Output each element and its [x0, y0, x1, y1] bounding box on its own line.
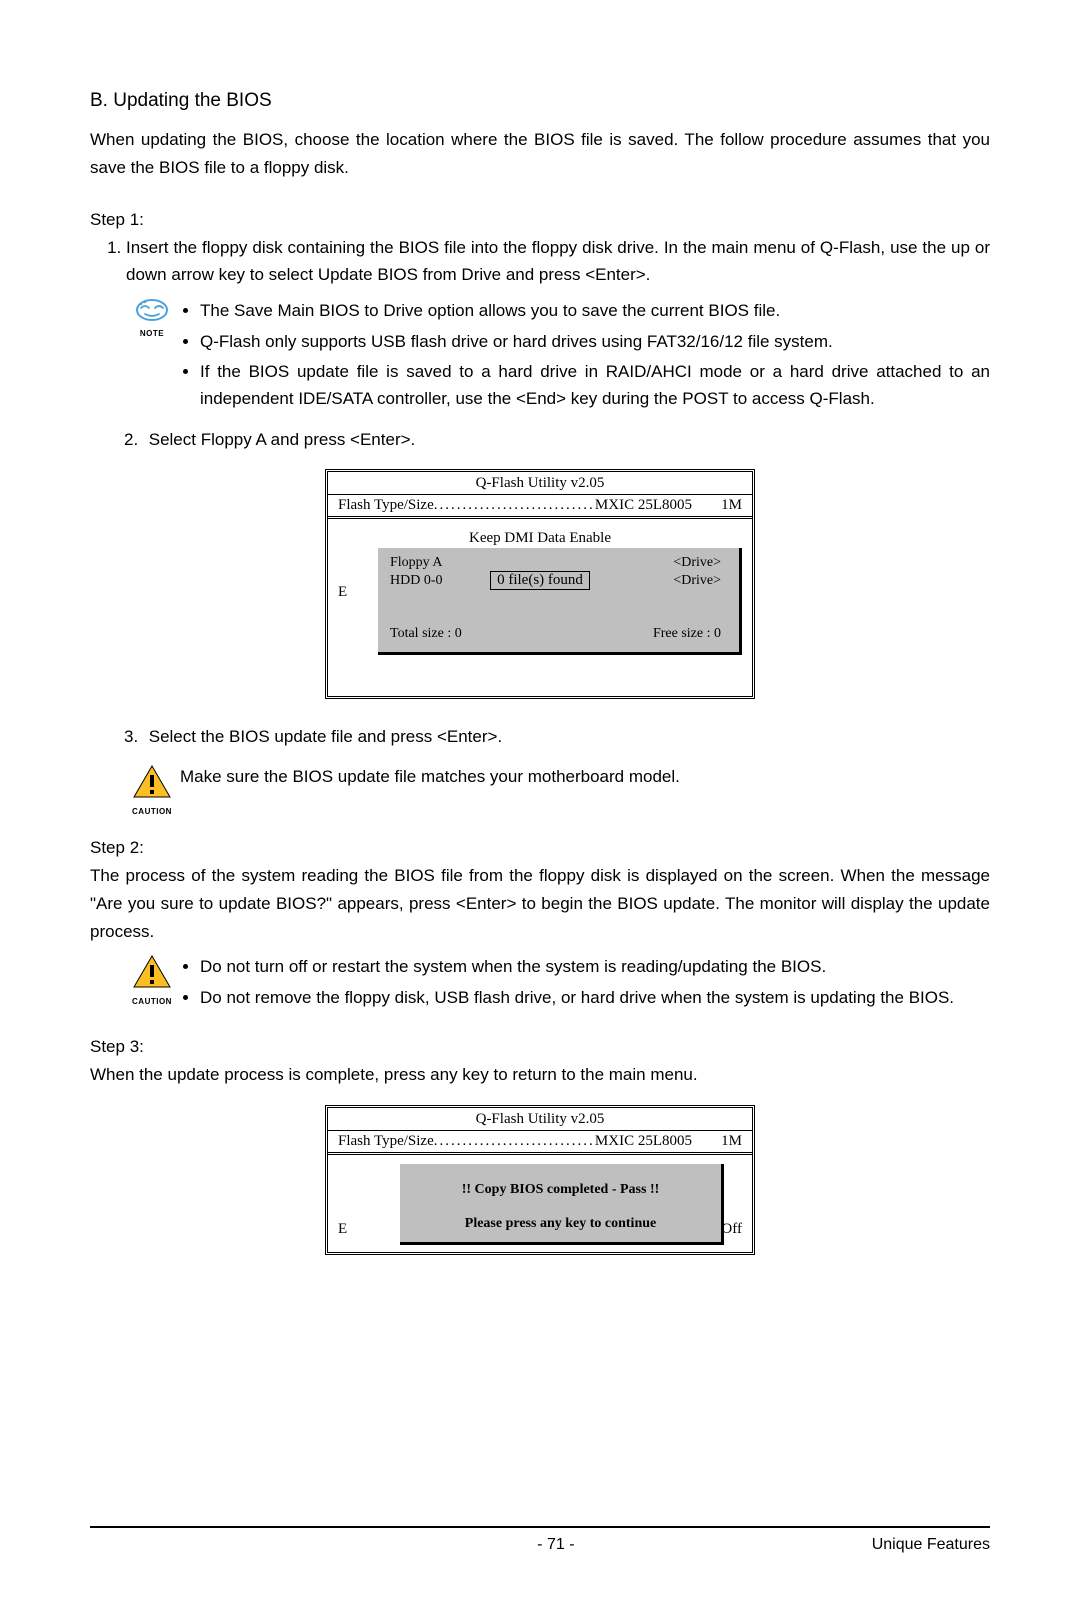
popup-hdd: HDD 0-0 — [390, 573, 443, 589]
dots: ................................ — [434, 1133, 595, 1150]
dots: ................................ — [434, 497, 595, 514]
step1-item2-pre: Select — [149, 430, 201, 449]
note-caption: NOTE — [140, 329, 164, 338]
caution2-bullet-1: Do not turn off or restart the system wh… — [200, 954, 990, 980]
note-icon — [135, 298, 169, 327]
popup-drive-2: <Drive> — [673, 573, 721, 589]
qflash2-title: Q-Flash Utility v2.05 — [328, 1108, 752, 1130]
step1-item2-post: and press <Enter>. — [266, 430, 415, 449]
caution-block-1: CAUTION Make sure the BIOS update file m… — [124, 764, 990, 816]
popup-floppy-a: Floppy A — [390, 555, 443, 571]
qflash1-left-e: E — [338, 584, 347, 601]
step-1-label: Step 1: — [90, 210, 990, 230]
note-b1-option: Save Main BIOS to Drive — [234, 301, 423, 320]
qflash2-left-e: E — [338, 1221, 347, 1238]
step1-item2: 2. Select Floppy A and press <Enter>. — [124, 426, 990, 453]
step2-paragraph: The process of the system reading the BI… — [90, 862, 990, 946]
step1-item1-option: Update BIOS from Drive — [318, 265, 501, 284]
popup-total-size: Total size : 0 — [390, 626, 462, 642]
popup-drive-1: <Drive> — [673, 555, 721, 571]
step1-item3-text: Select the BIOS update file and press <E… — [149, 727, 502, 746]
qflash-screen-1: Q-Flash Utility v2.05 Flash Type/Size ..… — [325, 469, 755, 699]
intro-paragraph: When updating the BIOS, choose the locat… — [90, 126, 990, 182]
step-2-label: Step 2: — [90, 838, 990, 858]
qflash2-popup-line1: !! Copy BIOS completed - Pass !! — [410, 1182, 711, 1198]
page-number: - 71 - — [537, 1536, 574, 1554]
caution-icon — [132, 764, 172, 805]
section-heading: B. Updating the BIOS — [90, 90, 990, 112]
popup-free-size: Free size : 0 — [653, 626, 721, 642]
step1-item2-num: 2. — [124, 426, 144, 453]
step1-item1: Insert the floppy disk containing the BI… — [126, 234, 990, 288]
note-bullet-3: If the BIOS update file is saved to a ha… — [200, 359, 990, 412]
step1-item2-option: Floppy A — [201, 430, 266, 449]
qflash2-flash-model: MXIC 25L8005 — [595, 1133, 692, 1150]
footer-section: Unique Features — [872, 1536, 990, 1554]
note-bullet-2: Q-Flash only supports USB flash drive or… — [200, 329, 990, 355]
caution-block-2: CAUTION Do not turn off or restart the s… — [124, 954, 990, 1015]
qflash1-flash-label: Flash Type/Size — [338, 497, 434, 514]
step-3-label: Step 3: — [90, 1037, 990, 1057]
qflash2-popup-line2: Please press any key to continue — [410, 1216, 711, 1232]
caution2-bullet-2: Do not remove the floppy disk, USB flash… — [200, 985, 990, 1011]
qflash1-drive-popup: Floppy A <Drive> HDD 0-0 <Drive> Total s… — [378, 548, 742, 655]
qflash-screen-2: Q-Flash Utility v2.05 Flash Type/Size ..… — [325, 1105, 755, 1255]
step1-item3-num: 3. — [124, 723, 144, 750]
qflash2-flash-label: Flash Type/Size — [338, 1133, 434, 1150]
qflash2-flash-size: 1M — [692, 1133, 742, 1150]
step1-item1-text-post: and press <Enter>. — [501, 265, 650, 284]
qflash1-title: Q-Flash Utility v2.05 — [328, 472, 752, 494]
qflash1-body-line1: Keep DMI Data Enable — [328, 529, 752, 548]
caution1-text: Make sure the BIOS update file matches y… — [180, 764, 990, 790]
note-b1-pre: The — [200, 301, 234, 320]
caution-caption: CAUTION — [132, 807, 172, 816]
caution-caption: CAUTION — [132, 997, 172, 1006]
qflash1-flash-size: 1M — [692, 497, 742, 514]
qflash2-message-popup: !! Copy BIOS completed - Pass !! Please … — [400, 1164, 724, 1245]
step1-item3: 3. Select the BIOS update file and press… — [124, 723, 990, 750]
page-footer: - 71 - Unique Features — [90, 1526, 990, 1554]
note-bullet-1: The Save Main BIOS to Drive option allow… — [200, 298, 990, 324]
qflash1-flash-model: MXIC 25L8005 — [595, 497, 692, 514]
note-block: NOTE The Save Main BIOS to Drive option … — [124, 298, 990, 415]
note-b1-post: option allows you to save the current BI… — [423, 301, 780, 320]
caution-icon — [132, 954, 172, 995]
qflash1-files-found: 0 file(s) found — [490, 571, 590, 590]
step3-paragraph: When the update process is complete, pre… — [90, 1061, 990, 1089]
